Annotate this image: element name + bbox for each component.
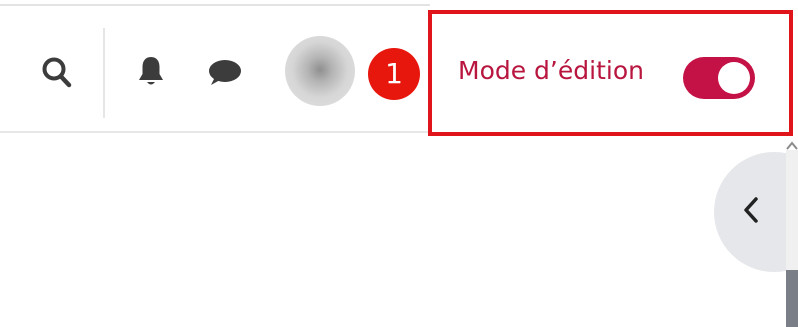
toolbar-separator [103, 28, 105, 118]
page: 1 Mode d’édition [0, 0, 798, 327]
scroll-up-arrow-icon[interactable] [784, 140, 798, 152]
chat-icon[interactable] [205, 58, 243, 88]
edit-mode-label[interactable]: Mode d’édition [458, 54, 644, 88]
navbar-bottom-border [0, 131, 430, 133]
search-icon[interactable] [40, 55, 74, 91]
avatar[interactable] [285, 36, 355, 106]
toggle-knob [718, 62, 750, 94]
step-number-badge: 1 [368, 48, 420, 100]
scrollbar-thumb[interactable] [786, 270, 798, 327]
chevron-left-icon[interactable] [740, 195, 762, 225]
edit-mode-toggle[interactable] [683, 57, 755, 99]
top-divider [0, 4, 430, 6]
bell-icon[interactable] [137, 55, 165, 89]
